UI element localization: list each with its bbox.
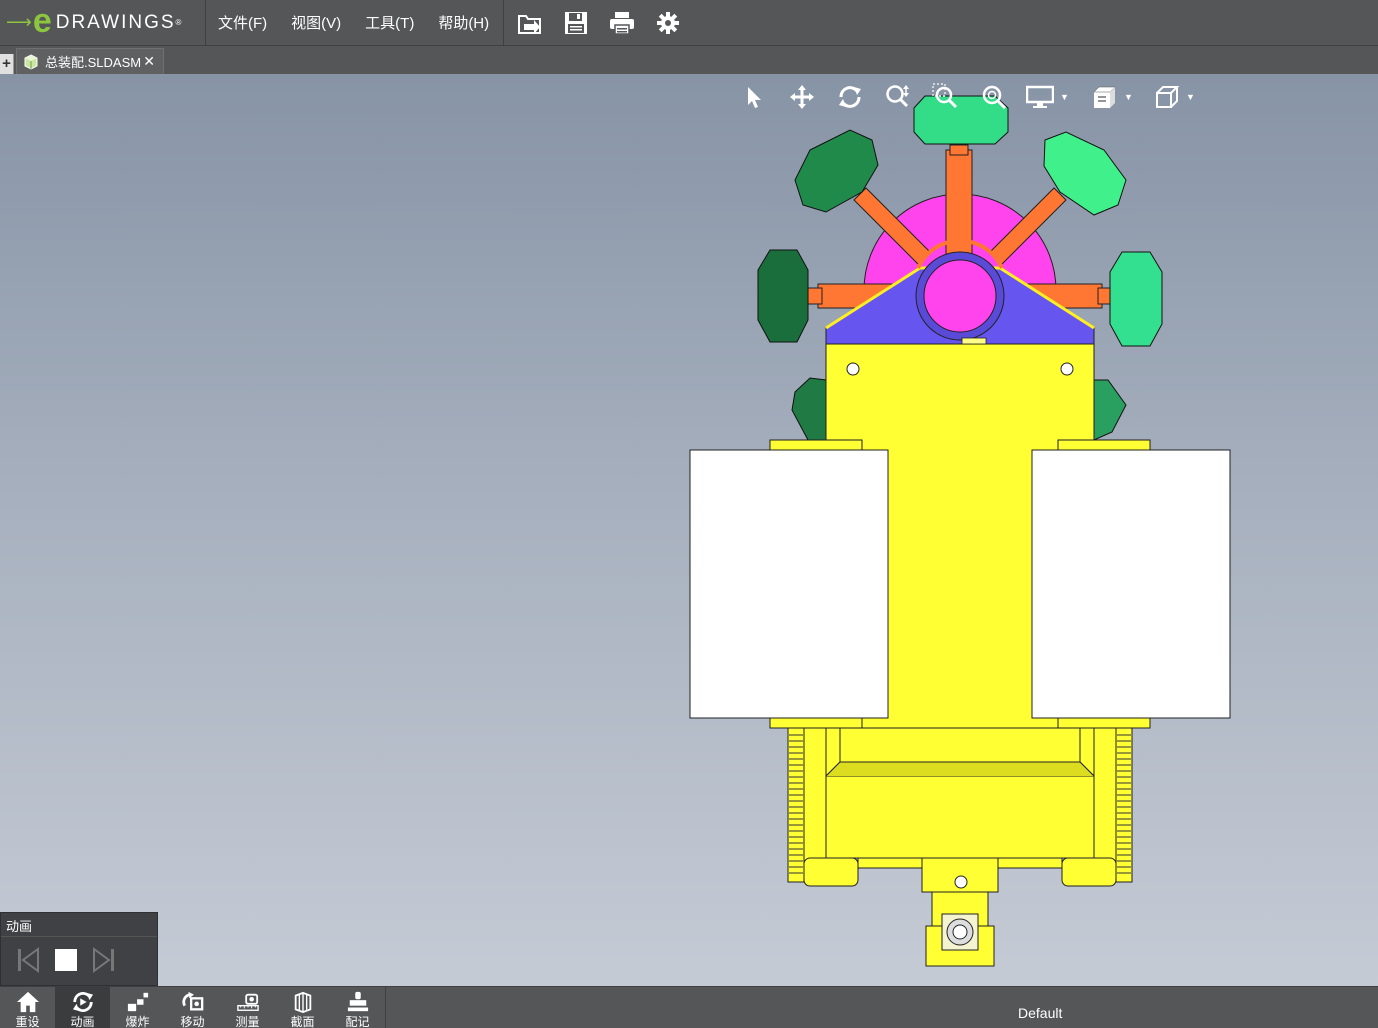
zoom-to-area-button[interactable] xyxy=(922,82,970,112)
menu-tools[interactable]: 工具(T) xyxy=(353,0,426,46)
chevron-down-icon: ▼ xyxy=(1124,92,1133,102)
section-icon xyxy=(294,991,311,1013)
skip-back-icon xyxy=(18,947,39,973)
print-button[interactable] xyxy=(606,7,638,39)
skip-forward-icon xyxy=(93,947,114,973)
new-tab-button[interactable]: + xyxy=(0,54,14,74)
document-tab-label: 总装配.SLDASM xyxy=(45,55,142,70)
next-button[interactable] xyxy=(91,947,117,978)
select-button[interactable] xyxy=(730,82,778,112)
zoom-to-fit-button[interactable] xyxy=(970,82,1018,112)
logo-letter: e xyxy=(32,1,52,40)
settings-button[interactable] xyxy=(652,7,684,39)
animation-controls xyxy=(1,937,157,988)
stop-icon xyxy=(55,949,77,971)
pan-icon xyxy=(790,85,814,109)
view-orientation-icon xyxy=(1093,86,1116,108)
markup-button[interactable]: 配记 xyxy=(330,987,385,1028)
stop-button[interactable] xyxy=(53,947,79,978)
save-icon xyxy=(565,11,588,34)
save-button[interactable] xyxy=(560,7,592,39)
chevron-down-icon: ▼ xyxy=(1186,92,1195,102)
measure-button[interactable]: 测量 xyxy=(220,987,275,1028)
rotate-button[interactable] xyxy=(826,82,874,112)
3d-viewport[interactable]: ▼ ▼ ▼ xyxy=(0,74,1378,986)
home-icon xyxy=(16,991,39,1013)
previous-button[interactable] xyxy=(15,947,41,978)
settings-icon xyxy=(657,11,680,34)
rotate-icon xyxy=(839,86,861,108)
assembly-model xyxy=(689,95,1231,967)
animation-panel-title: 动画 xyxy=(1,913,157,937)
chevron-down-icon: ▼ xyxy=(1060,92,1069,102)
zoom-icon xyxy=(886,85,909,108)
select-icon xyxy=(748,87,761,108)
pan-button[interactable] xyxy=(778,82,826,112)
main-menu: 文件(F) 视图(V) 工具(T) 帮助(H) xyxy=(206,0,505,46)
menu-bar: ⟶ e DRAWINGS ® 文件(F) 视图(V) 工具(T) 帮助(H) xyxy=(0,0,1378,46)
menu-view[interactable]: 视图(V) xyxy=(279,0,353,46)
edrawings-logo: ⟶ e DRAWINGS ® xyxy=(0,0,206,46)
reset-button[interactable]: 重设 xyxy=(0,987,55,1028)
toolbar-divider xyxy=(385,987,386,1028)
menu-file[interactable]: 文件(F) xyxy=(206,0,279,46)
section-button[interactable]: 截面 xyxy=(275,987,330,1028)
zoom-to-area-icon xyxy=(932,83,958,109)
markup-icon xyxy=(347,991,368,1012)
zoom-to-fit-icon xyxy=(982,85,1007,110)
animation-panel: 动画 xyxy=(0,912,158,986)
open-icon xyxy=(518,14,542,34)
configuration-name[interactable]: Default xyxy=(1018,1005,1062,1021)
view-orientation-button[interactable]: ▼ xyxy=(1082,82,1146,112)
animate-icon xyxy=(72,992,93,1012)
close-tab-icon[interactable]: ✕ xyxy=(143,53,155,70)
menu-help[interactable]: 帮助(H) xyxy=(426,0,501,46)
tab-strip: + 总装配.SLDASM ✕ xyxy=(0,46,1378,74)
logo-text: DRAWINGS xyxy=(55,11,176,33)
display-style-icon xyxy=(1026,85,1054,108)
display-style-button[interactable]: ▼ xyxy=(1018,82,1082,112)
standard-views-button[interactable]: ▼ xyxy=(1146,82,1210,112)
document-tab[interactable]: 总装配.SLDASM ✕ xyxy=(16,48,164,74)
bottom-toolbar: 重设 动画 爆炸 移动 测量 截面 配记 Default xyxy=(0,986,1378,1028)
explode-button[interactable]: 爆炸 xyxy=(110,987,165,1028)
zoom-button[interactable] xyxy=(874,82,922,112)
move-button[interactable]: 移动 xyxy=(165,987,220,1028)
view-toolbar: ▼ ▼ ▼ xyxy=(730,82,1210,112)
top-toolbar xyxy=(504,0,684,46)
move-icon xyxy=(181,991,203,1011)
print-icon xyxy=(610,11,635,35)
open-button[interactable] xyxy=(514,7,546,39)
standard-views-icon xyxy=(1156,86,1180,108)
explode-icon xyxy=(127,992,148,1012)
assembly-icon xyxy=(24,53,38,70)
measure-icon xyxy=(236,993,259,1011)
animate-button[interactable]: 动画 xyxy=(55,987,110,1028)
